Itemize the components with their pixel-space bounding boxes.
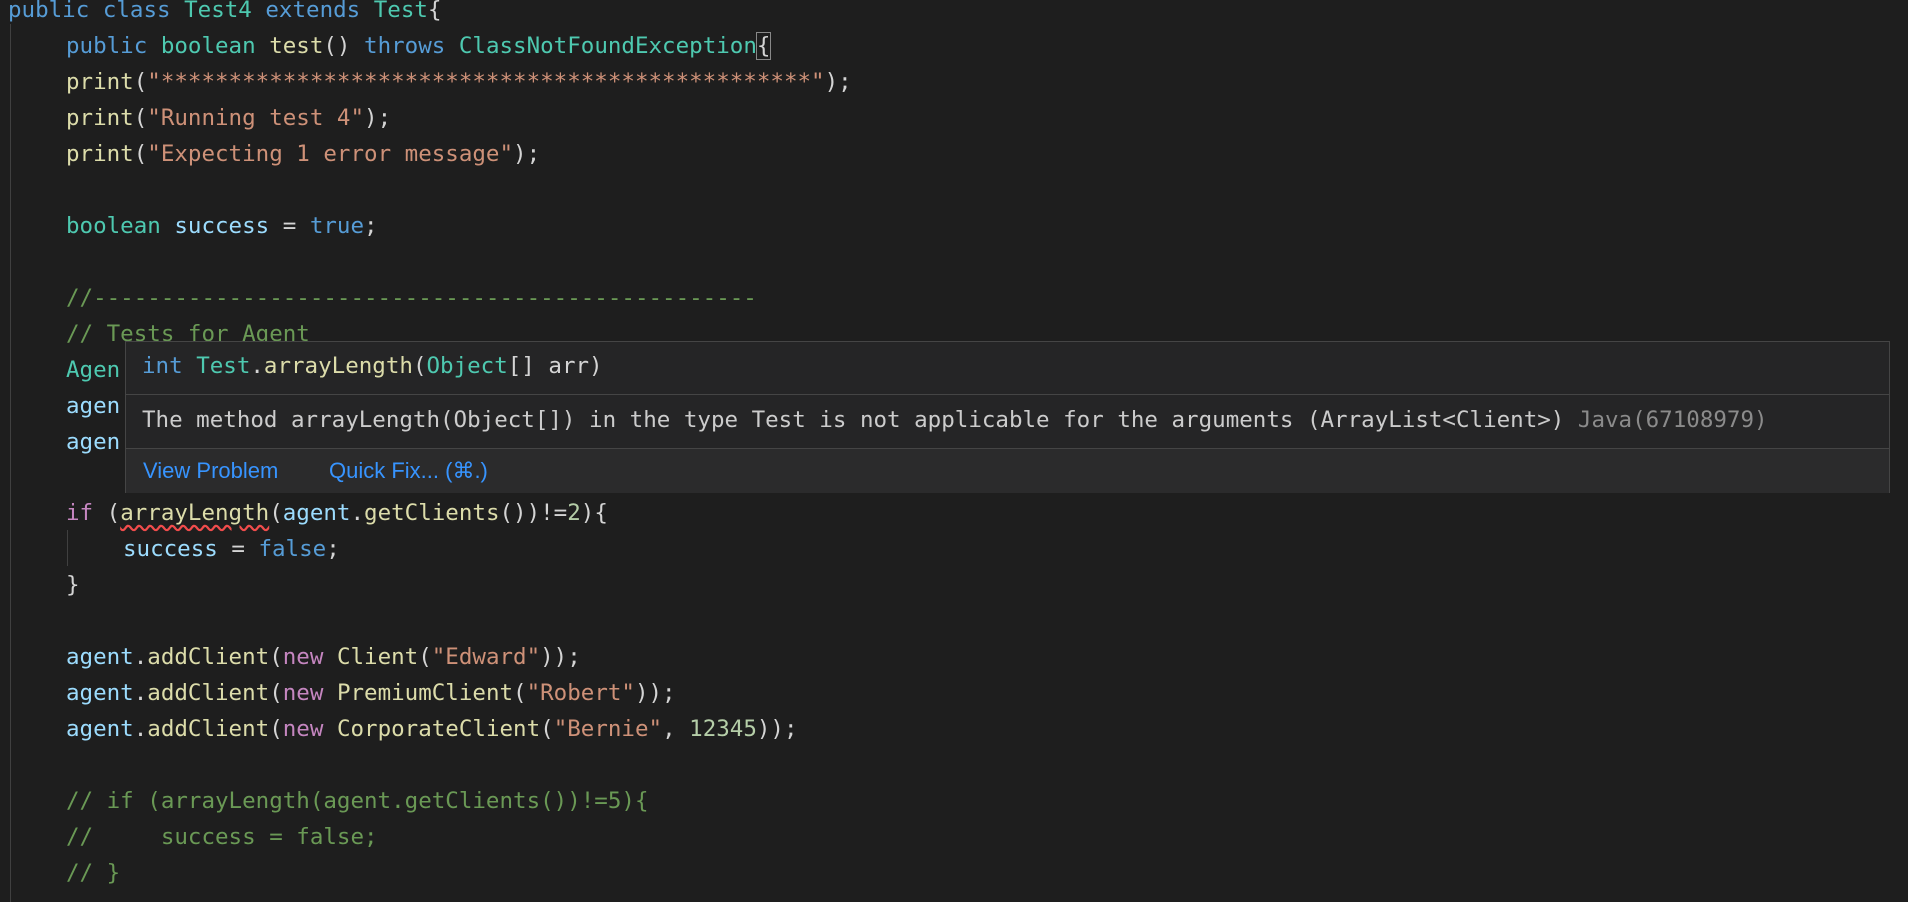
code-line-2[interactable]: public boolean test() throws ClassNotFou… <box>66 28 772 64</box>
code-line-18[interactable]: agent.addClient(new Client("Edward")); <box>66 639 581 675</box>
code-line-20[interactable]: agent.addClient(new CorporateClient("Ber… <box>66 711 798 747</box>
code-line-5[interactable]: print("Expecting 1 error message"); <box>66 136 540 172</box>
code-line-13[interactable]: agen <box>66 424 120 460</box>
code-line-14[interactable]: if (arrayLength(agent.getClients())!=2){ <box>66 495 608 531</box>
view-problem-link[interactable]: View Problem <box>143 449 278 493</box>
quick-fix-link[interactable]: Quick Fix... (⌘.) <box>329 449 488 493</box>
code-line-3[interactable]: print("*********************************… <box>66 64 852 100</box>
code-line-22[interactable]: // if (arrayLength(agent.getClients())!=… <box>66 783 648 819</box>
code-line-9[interactable]: //--------------------------------------… <box>66 280 757 316</box>
code-line-15[interactable]: success = false; <box>123 531 340 567</box>
code-line-1[interactable]: public class Test4 extends Test{ <box>8 0 442 28</box>
code-line-23[interactable]: // success = false; <box>66 819 378 855</box>
hover-widget[interactable]: int Test.arrayLength(Object[] arr) The m… <box>125 341 1890 493</box>
code-line-24[interactable]: // } <box>66 855 120 891</box>
indent-guide <box>67 530 68 566</box>
error-squiggle-arraylength[interactable]: arrayLength <box>120 500 269 526</box>
code-line-16[interactable]: } <box>66 567 80 603</box>
code-line-4[interactable]: print("Running test 4"); <box>66 100 391 136</box>
hover-error-message: The method arrayLength(Object[]) in the … <box>142 407 1768 433</box>
code-line-12[interactable]: agen <box>66 388 120 424</box>
code-editor[interactable]: public class Test4 extends Test{ public … <box>0 0 1908 902</box>
matching-brace: { <box>755 32 772 60</box>
hover-action-bar: View Problem Quick Fix... (⌘.) <box>126 449 1889 493</box>
code-line-7[interactable]: boolean success = true; <box>66 208 378 244</box>
indent-guide <box>10 24 11 902</box>
hover-divider <box>126 394 1889 395</box>
code-line-11[interactable]: Agen <box>66 352 120 388</box>
hover-error-code: Java(67108979) <box>1577 407 1768 433</box>
code-line-19[interactable]: agent.addClient(new PremiumClient("Rober… <box>66 675 676 711</box>
hover-signature: int Test.arrayLength(Object[] arr) <box>142 353 603 379</box>
